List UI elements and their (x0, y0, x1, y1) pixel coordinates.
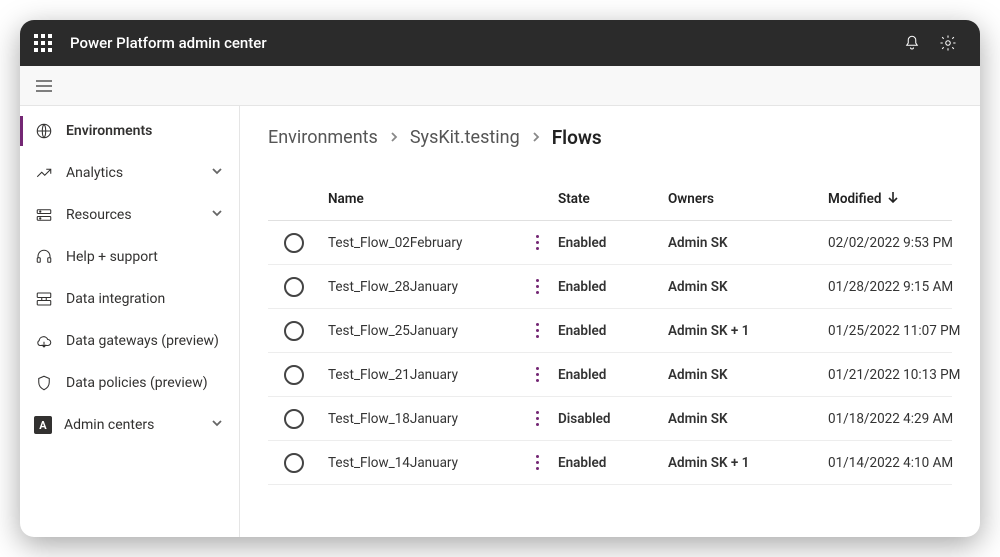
app-title: Power Platform admin center (70, 34, 267, 52)
sidebar-item-data-integration[interactable]: Data integration (20, 278, 239, 320)
analytics-icon (34, 163, 54, 183)
cell-owners: Admin SK (662, 407, 822, 431)
cell-name[interactable]: Test_Flow_18January (322, 407, 522, 431)
table-row[interactable]: Test_Flow_02FebruaryEnabledAdmin SK02/02… (268, 221, 952, 265)
cell-owners: Admin SK + 1 (662, 319, 822, 343)
row-select-radio[interactable] (284, 321, 304, 341)
sidebar-item-label: Data gateways (preview) (66, 333, 227, 349)
chevron-down-icon (211, 207, 227, 223)
sidebar-item-label: Help + support (66, 249, 227, 265)
resources-icon (34, 205, 54, 225)
sidebar: Environments Analytics Resources Help + sup… (20, 106, 240, 537)
row-more-actions-icon[interactable] (528, 363, 546, 387)
col-owners[interactable]: Owners (662, 187, 822, 211)
col-modified[interactable]: Modified (822, 187, 980, 211)
sidebar-item-environments[interactable]: Environments (20, 110, 239, 152)
row-more-actions-icon[interactable] (528, 407, 546, 431)
cell-modified: 01/18/2022 4:29 AM (822, 407, 980, 431)
cell-owners: Admin SK + 1 (662, 451, 822, 475)
cell-modified: 01/21/2022 10:13 PM (822, 363, 980, 387)
cell-modified: 02/02/2022 9:53 PM (822, 231, 980, 255)
table-row[interactable]: Test_Flow_21JanuaryEnabledAdmin SK01/21/… (268, 353, 952, 397)
admin-box-icon: A (34, 416, 52, 434)
sidebar-item-admin-centers[interactable]: A Admin centers (20, 404, 239, 446)
cell-owners: Admin SK (662, 231, 822, 255)
flows-table: Name State Owners Modified Test_Flow_02F… (268, 177, 952, 485)
cloud-icon (34, 331, 54, 351)
chevron-right-icon (388, 127, 400, 148)
sub-bar (20, 66, 980, 106)
table-header-row: Name State Owners Modified (268, 177, 952, 221)
app-launcher-icon[interactable] (34, 34, 52, 52)
table-row[interactable]: Test_Flow_25JanuaryEnabledAdmin SK + 101… (268, 309, 952, 353)
top-bar: Power Platform admin center (20, 20, 980, 66)
headset-icon (34, 247, 54, 267)
cell-state: Enabled (552, 451, 662, 475)
sidebar-item-label: Data policies (preview) (66, 375, 227, 391)
row-more-actions-icon[interactable] (528, 275, 546, 299)
cell-name[interactable]: Test_Flow_25January (322, 319, 522, 343)
row-select-radio[interactable] (284, 409, 304, 429)
col-state[interactable]: State (552, 187, 662, 211)
cell-state: Enabled (552, 363, 662, 387)
cell-name[interactable]: Test_Flow_14January (322, 451, 522, 475)
sort-descending-icon (888, 191, 898, 207)
cell-owners: Admin SK (662, 363, 822, 387)
table-row[interactable]: Test_Flow_18JanuaryDisabledAdmin SK01/18… (268, 397, 952, 441)
table-row[interactable]: Test_Flow_28JanuaryEnabledAdmin SK01/28/… (268, 265, 952, 309)
row-select-radio[interactable] (284, 277, 304, 297)
cell-state: Enabled (552, 275, 662, 299)
breadcrumb-item[interactable]: SysKit.testing (410, 127, 520, 148)
cell-modified: 01/25/2022 11:07 PM (822, 319, 980, 343)
notifications-icon[interactable] (894, 25, 930, 61)
cell-modified: 01/14/2022 4:10 AM (822, 451, 980, 475)
row-select-radio[interactable] (284, 453, 304, 473)
row-more-actions-icon[interactable] (528, 451, 546, 475)
table-row[interactable]: Test_Flow_14JanuaryEnabledAdmin SK + 101… (268, 441, 952, 485)
shield-icon (34, 373, 54, 393)
data-int-icon (34, 289, 54, 309)
col-name[interactable]: Name (322, 187, 522, 211)
sidebar-item-label: Environments (66, 123, 227, 139)
chevron-down-icon (211, 165, 227, 181)
sidebar-item-label: Analytics (66, 165, 211, 181)
row-more-actions-icon[interactable] (528, 319, 546, 343)
breadcrumb-item: Flows (552, 126, 602, 149)
cell-name[interactable]: Test_Flow_28January (322, 275, 522, 299)
col-modified-label: Modified (828, 191, 882, 207)
cell-owners: Admin SK (662, 275, 822, 299)
main-content: Environments SysKit.testing Flows Name Sta… (240, 106, 980, 537)
chevron-down-icon (211, 417, 227, 433)
sidebar-item-data-gateways-preview[interactable]: Data gateways (preview) (20, 320, 239, 362)
cell-state: Disabled (552, 407, 662, 431)
cell-modified: 01/28/2022 9:15 AM (822, 275, 980, 299)
settings-gear-icon[interactable] (930, 25, 966, 61)
breadcrumb-item[interactable]: Environments (268, 127, 378, 148)
cell-state: Enabled (552, 319, 662, 343)
sidebar-item-data-policies-preview[interactable]: Data policies (preview) (20, 362, 239, 404)
cell-state: Enabled (552, 231, 662, 255)
sidebar-item-label: Resources (66, 207, 211, 223)
sidebar-item-help-support[interactable]: Help + support (20, 236, 239, 278)
sidebar-item-label: Data integration (66, 291, 227, 307)
hamburger-menu-icon[interactable] (30, 72, 58, 100)
cell-name[interactable]: Test_Flow_21January (322, 363, 522, 387)
sidebar-item-resources[interactable]: Resources (20, 194, 239, 236)
row-select-radio[interactable] (284, 233, 304, 253)
sidebar-item-label: Admin centers (64, 417, 211, 433)
cell-name[interactable]: Test_Flow_02February (322, 231, 522, 255)
row-select-radio[interactable] (284, 365, 304, 385)
chevron-right-icon (530, 127, 542, 148)
sidebar-item-analytics[interactable]: Analytics (20, 152, 239, 194)
row-more-actions-icon[interactable] (528, 231, 546, 255)
breadcrumb: Environments SysKit.testing Flows (268, 126, 952, 149)
globe-icon (34, 121, 54, 141)
